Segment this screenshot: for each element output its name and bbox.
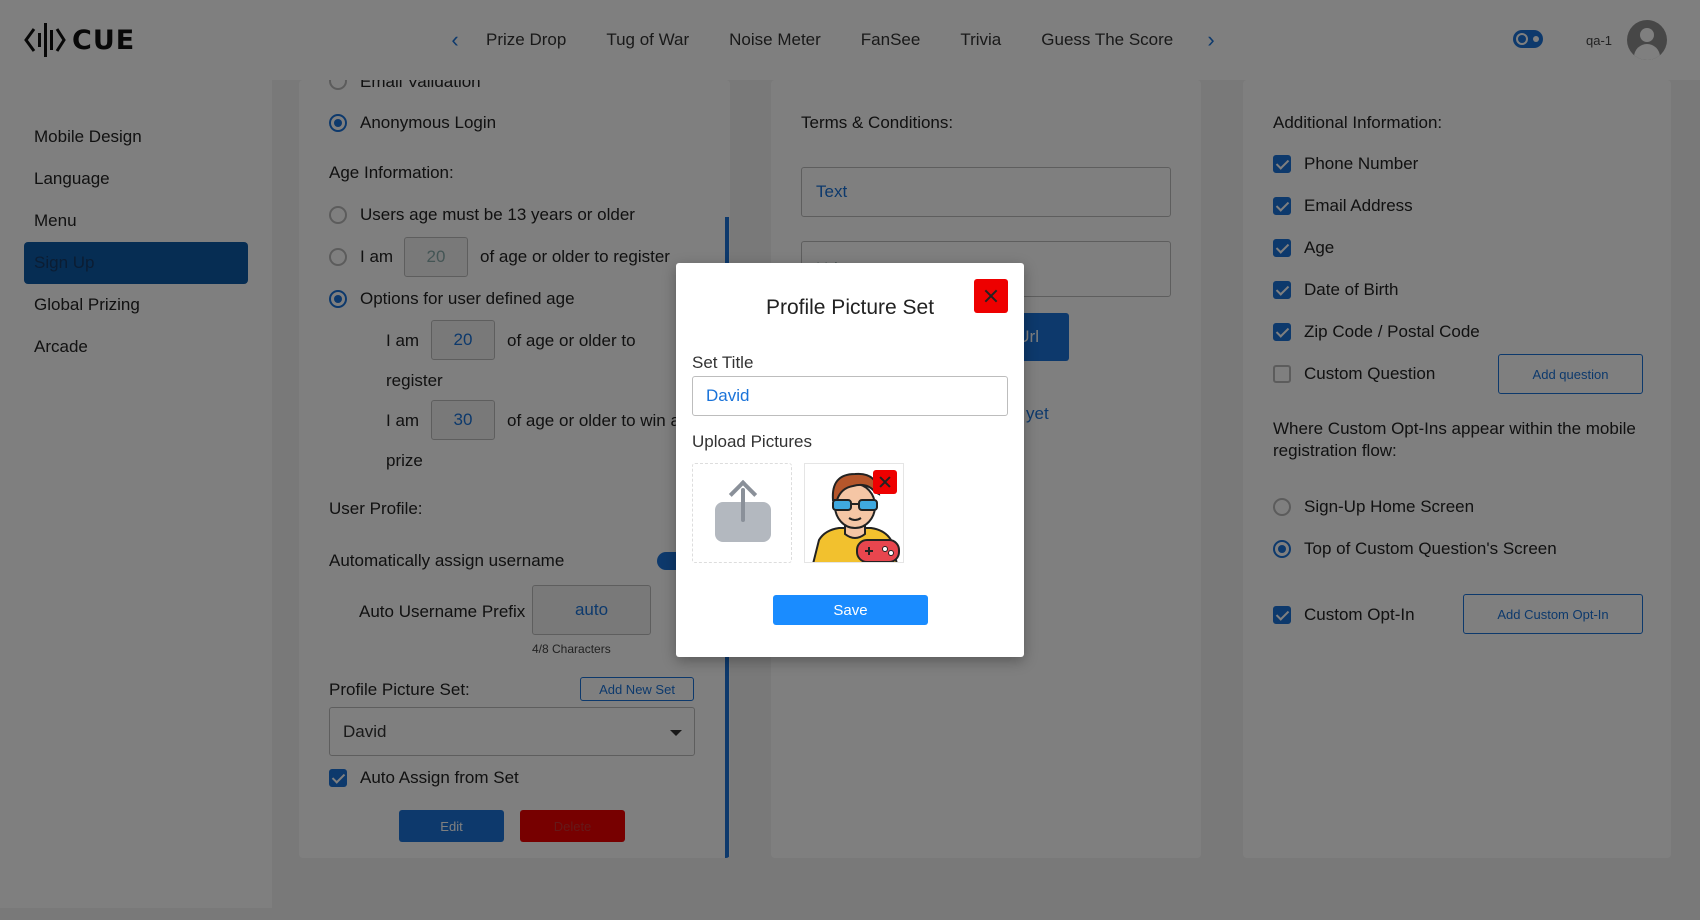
save-set-button[interactable]: Save: [773, 595, 928, 625]
upload-picture-button[interactable]: [692, 463, 792, 563]
set-title-label: Set Title: [692, 353, 754, 372]
profile-picture-thumbnail[interactable]: [804, 463, 904, 563]
modal-close-icon[interactable]: [974, 279, 1008, 313]
set-title-input[interactable]: David: [692, 376, 1008, 416]
profile-picture-set-modal: Profile Picture Set Set Title David Uplo…: [676, 263, 1024, 657]
modal-title: Profile Picture Set: [765, 296, 935, 319]
remove-picture-icon[interactable]: [873, 470, 897, 494]
upload-pictures-label: Upload Pictures: [692, 432, 813, 451]
